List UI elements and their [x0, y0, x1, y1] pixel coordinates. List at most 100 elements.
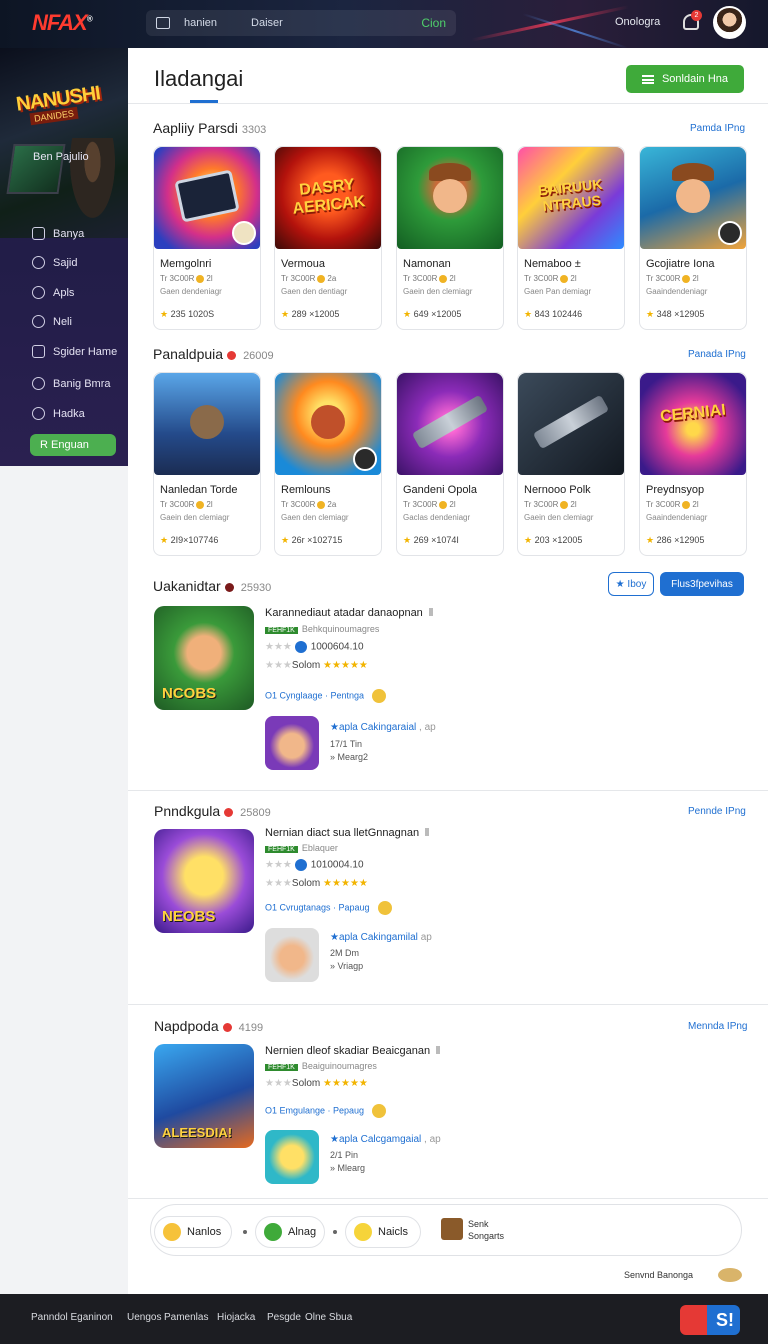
featured-app-links[interactable]: O1 Cynglaage · Pentnga — [265, 689, 387, 703]
related-app-title[interactable]: ★apla Cakingaraial , ap — [330, 722, 436, 733]
featured-app-sub: FEHF1K Behkquinoumagres — [265, 624, 379, 634]
sidebar-item-neli[interactable]: Neli — [32, 315, 72, 328]
app-card[interactable]: DASRY AERICAK Vermoua Tr 3C00R 2a Gaen de… — [274, 146, 382, 330]
featured-app-icon[interactable]: NEOBS — [154, 829, 254, 933]
app-art — [397, 373, 503, 475]
featured-app-title[interactable]: Nernian diact sua lletGnnagnan — [265, 827, 430, 839]
app-card[interactable]: Namonan Tr 3C00R 2l Gaein den clemiagr ★ … — [396, 146, 504, 330]
globe-icon — [294, 859, 307, 871]
app-card[interactable]: CERNIAI Preydnsyop Tr 3C00R 2l Gaaindende… — [639, 372, 747, 556]
sidebar-item-label: Banig Bmra — [53, 377, 111, 390]
sidebar-banner[interactable]: NANUSHI DANIDES — [0, 48, 128, 238]
app-rating: ★ 286 ×12905 — [646, 535, 705, 545]
featured-app-title[interactable]: Karannediaut atadar danaopnan — [265, 607, 433, 619]
sidebar-item-apls[interactable]: Apls — [32, 286, 74, 299]
sidebar-item-sgider[interactable]: Sgider Hame — [32, 345, 117, 358]
featured-app-icon[interactable]: NCOBS — [154, 606, 254, 710]
app-rating: ★ 26r ×102715 — [281, 535, 343, 545]
heart-icon — [32, 407, 45, 420]
featured-app-rating: ★★★Solom ★★★★★ — [265, 1078, 368, 1089]
app-name: Preydnsyop — [646, 484, 705, 496]
app-card[interactable]: BAIRUUK NTRAUS Nemaboo ± Tr 3C00R 2l Gaen… — [517, 146, 625, 330]
box-icon[interactable] — [718, 1268, 742, 1282]
filter-button[interactable]: Flus3fpevihas — [660, 572, 744, 596]
user-name[interactable]: Onologra — [615, 16, 660, 28]
sort-icon[interactable] — [441, 1218, 463, 1240]
primary-action-button[interactable]: Sonldain Hna — [626, 65, 744, 93]
section-see-all-link[interactable]: Mennda IPng — [688, 1021, 748, 1032]
quick-filter-pill[interactable]: Alnag — [255, 1216, 325, 1248]
app-art: DASRY AERICAK — [275, 147, 381, 249]
section-see-all-link[interactable]: Panada IPng — [688, 349, 746, 360]
related-app-title[interactable]: ★apla Calcgamgaial , ap — [330, 1134, 441, 1145]
footer-link[interactable]: Panndol Eganinon — [31, 1312, 113, 1323]
sidebar-item-banya[interactable]: Banya — [32, 227, 84, 240]
nav-item[interactable]: Daiser — [251, 17, 283, 29]
related-app-title[interactable]: ★apla Cakingamilal ap — [330, 932, 432, 943]
bar-icon — [428, 608, 433, 616]
app-rating: ★ 203 ×12005 — [524, 535, 583, 545]
sidebar-item-sajid[interactable]: Sajid — [32, 256, 77, 269]
nav-item-active[interactable]: Cion — [421, 16, 446, 30]
app-desc: Gaaindendeniagr — [646, 513, 708, 522]
footer-link[interactable]: Pamenlas — [164, 1312, 208, 1323]
featured-app-title[interactable]: Nernien dleof skadiar Beaicganan — [265, 1045, 441, 1057]
app-card[interactable]: Gandeni Opola Tr 3C00R 2l Gaclas dendenia… — [396, 372, 504, 556]
related-app-icon[interactable] — [265, 928, 319, 982]
section-title: Panaldpuia 26009 — [153, 346, 274, 362]
sidebar-item-banig[interactable]: Banig Bmra — [32, 377, 110, 390]
featured-app-icon[interactable]: ALEESDIA! — [154, 1044, 254, 1148]
footer-link[interactable]: Olne Sbua — [305, 1312, 352, 1323]
app-name: Gandeni Opola — [403, 484, 477, 496]
app-name: Nernooo Polk — [524, 484, 591, 496]
page-title: Iladangai — [154, 66, 244, 91]
footnote-text[interactable]: Senvnd Banonga — [624, 1270, 693, 1280]
window-icon[interactable] — [156, 17, 170, 29]
featured-app-links[interactable]: O1 Emgulange · Pepaug — [265, 1104, 387, 1118]
coin-icon — [196, 274, 205, 283]
app-card[interactable]: Gcojiatre Iona Tr 3C00R 2l Gaaindendeniag… — [639, 146, 747, 330]
quick-filter-pill[interactable]: Naicls — [345, 1216, 421, 1248]
quick-filter-extra[interactable]: Senk Songarts — [468, 1218, 504, 1242]
nav-item[interactable]: hanien — [184, 17, 217, 29]
brand-logo[interactable]: NFAX® — [32, 10, 93, 36]
app-art — [640, 147, 746, 249]
refresh-icon — [718, 221, 742, 245]
app-name: Nanledan Torde — [160, 484, 238, 496]
app-card[interactable]: Remlouns Tr 3C00R 2a Gaen den clemiagr ★ … — [274, 372, 382, 556]
related-app-icon[interactable] — [265, 1130, 319, 1184]
featured-app-rating: ★★★Solom ★★★★★ — [265, 660, 368, 671]
grid-icon — [32, 227, 45, 240]
footer-link[interactable]: Hiojacka — [217, 1312, 255, 1323]
app-name: Namonan — [403, 258, 451, 270]
divider — [128, 1004, 768, 1005]
section-see-all-link[interactable]: Pamda IPng — [690, 123, 745, 134]
coin-icon — [317, 500, 326, 509]
sidebar-item-label: Apls — [53, 286, 75, 299]
quick-filter-pill[interactable]: Nanlos — [154, 1216, 232, 1248]
app-meta: Tr 3C00R 2l — [403, 500, 456, 509]
character-face — [311, 405, 345, 439]
footer-link[interactable]: Pesgde — [267, 1312, 301, 1323]
app-card[interactable]: Memgolnri Tr 3C00R 2l Gaen dendeniagr ★ 2… — [153, 146, 261, 330]
related-app-icon[interactable] — [265, 716, 319, 770]
app-meta: Tr 3C00R 2l — [403, 274, 456, 283]
app-art — [154, 373, 260, 475]
coin-icon — [682, 500, 691, 509]
app-card[interactable]: Nernooo Polk Tr 3C00R 2l Gaein den clemia… — [517, 372, 625, 556]
footer-logo[interactable]: S! — [680, 1305, 740, 1335]
app-rating: ★ 269 ×1074I — [403, 535, 459, 545]
app-meta: Tr 3C00R 2l — [524, 500, 577, 509]
featured-app-links[interactable]: O1 Cvrugtanags · Papaug — [265, 901, 392, 915]
favorite-button[interactable]: ★ Iboy — [608, 572, 654, 596]
section-see-all-link[interactable]: Pennde IPng — [688, 806, 746, 817]
sidebar-cta-button[interactable]: R Enguan — [30, 434, 116, 456]
sidebar-item-hadka[interactable]: Hadka — [32, 407, 85, 420]
footer-link[interactable]: Uengos — [127, 1312, 161, 1323]
sidebar-item-label: Sajid — [53, 256, 78, 269]
gamepad-icon — [32, 377, 45, 390]
app-meta: Tr 3C00R 2l — [160, 500, 213, 509]
coin-badge-icon — [372, 689, 387, 703]
app-card[interactable]: Nanledan Torde Tr 3C00R 2l Gaein den clem… — [153, 372, 261, 556]
avatar[interactable] — [713, 6, 746, 39]
